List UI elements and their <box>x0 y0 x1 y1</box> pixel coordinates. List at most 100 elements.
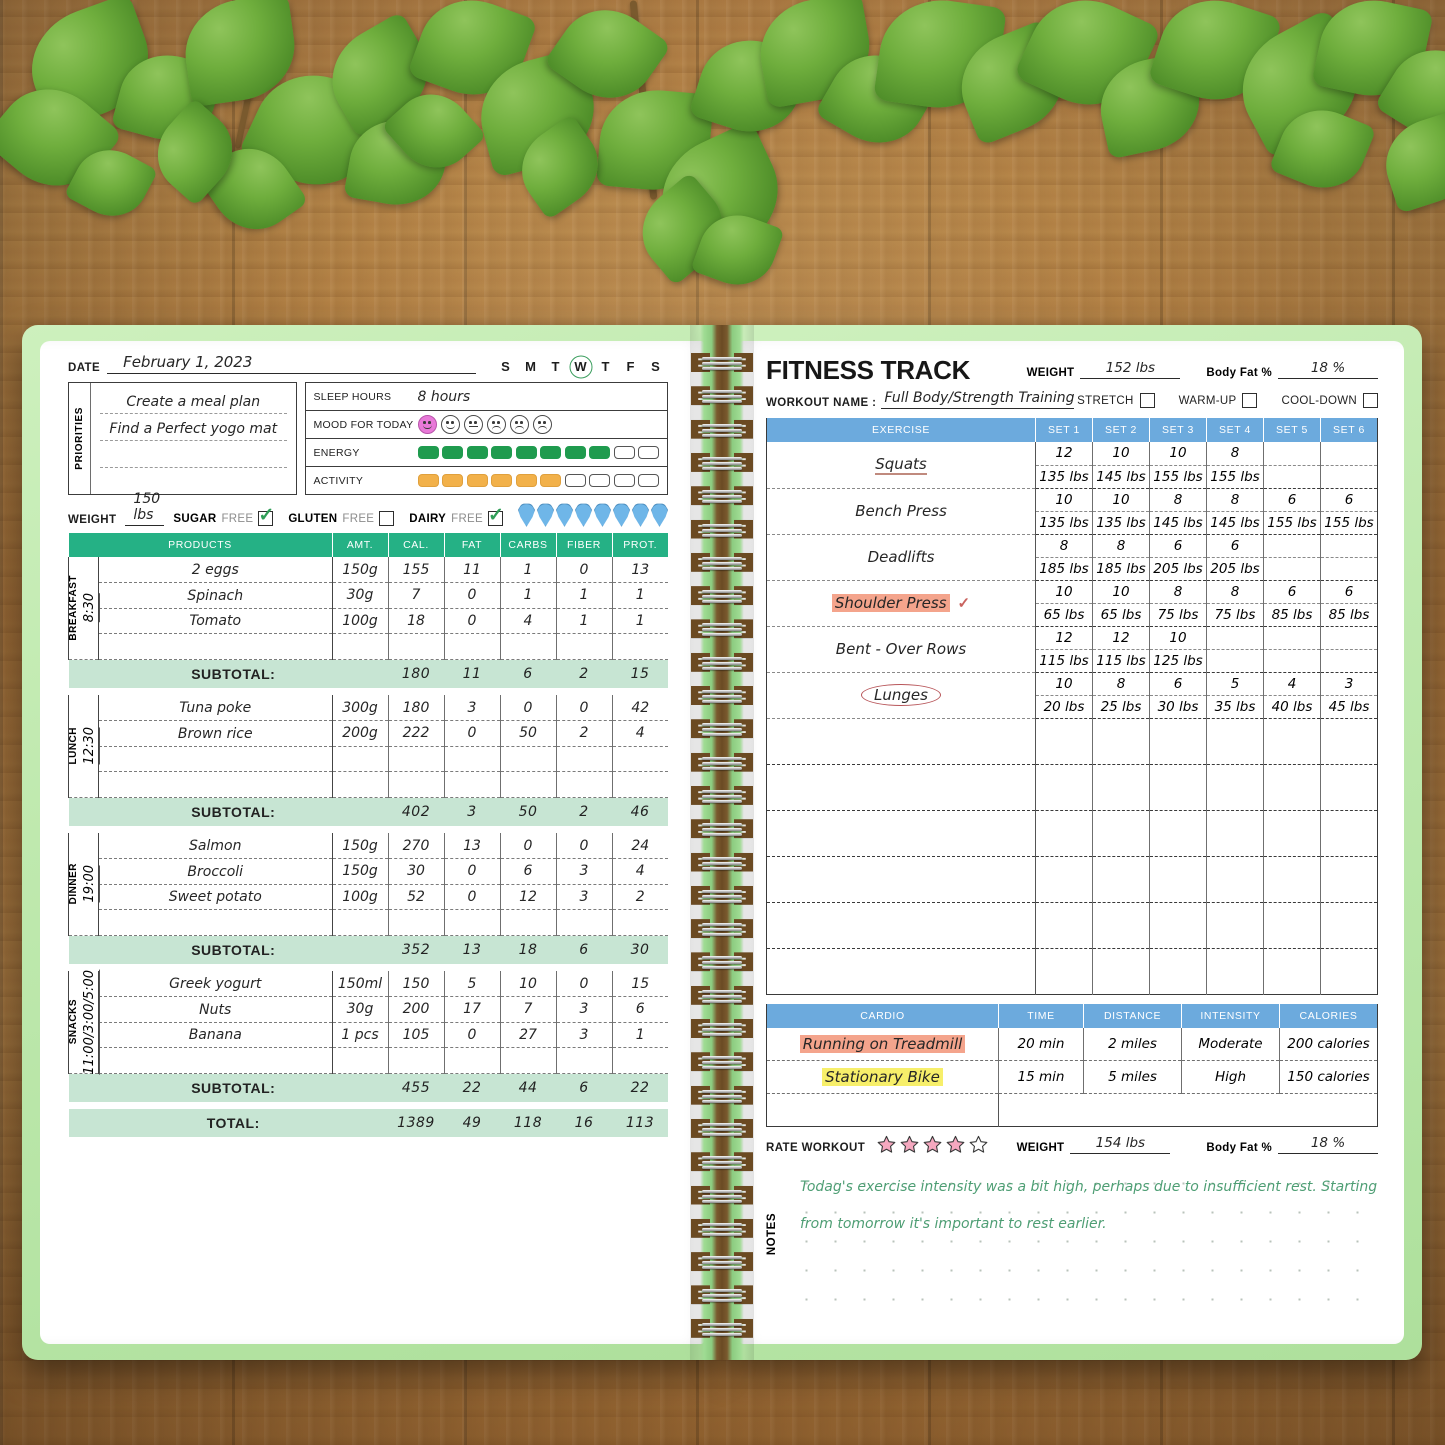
cell-cal[interactable]: 180 <box>388 695 445 721</box>
cardio-cell[interactable] <box>999 1094 1084 1127</box>
weight-cell[interactable]: 185 lbs <box>1035 557 1093 581</box>
weight-cell[interactable]: 155 lbs <box>1263 511 1321 535</box>
cardio-distance[interactable]: 5 miles <box>1083 1060 1182 1094</box>
product-cell[interactable] <box>98 909 333 936</box>
reps-cell[interactable] <box>1320 626 1378 650</box>
cell-prot[interactable]: 6 <box>612 996 668 1023</box>
set-cell[interactable] <box>1149 856 1207 903</box>
product-cell[interactable]: Spinach <box>98 582 333 609</box>
cell-fat[interactable]: 17 <box>444 996 501 1023</box>
product-cell[interactable]: Nuts <box>98 996 333 1023</box>
set-cell[interactable] <box>1035 764 1093 811</box>
cell-fat[interactable] <box>444 771 501 798</box>
exercise-name-cell[interactable] <box>766 856 1036 903</box>
cell-fiber[interactable]: 1 <box>556 608 613 634</box>
rating-star-1[interactable] <box>877 1135 896 1154</box>
cell-carbs[interactable]: 0 <box>500 695 557 721</box>
reps-cell[interactable]: 6 <box>1149 672 1207 696</box>
energy-row[interactable]: ENERGY <box>305 439 667 467</box>
mood-face-5[interactable] <box>532 415 552 434</box>
reps-cell[interactable]: 8 <box>1149 580 1207 604</box>
cell-cal[interactable]: 7 <box>388 582 445 609</box>
reps-cell[interactable]: 6 <box>1320 488 1378 512</box>
set-cell[interactable] <box>1320 948 1378 994</box>
priority-line[interactable] <box>100 441 287 468</box>
set-cell[interactable] <box>1206 856 1264 903</box>
cardio-cell[interactable] <box>1280 1094 1378 1127</box>
set-cell[interactable] <box>1320 856 1378 903</box>
mood-row[interactable]: MOOD FOR TODAY <box>305 411 667 439</box>
cell-prot[interactable]: 2 <box>612 884 668 910</box>
weight-cell[interactable]: 205 lbs <box>1149 557 1207 581</box>
set-cell[interactable] <box>1092 902 1150 949</box>
checkbox[interactable] <box>379 511 395 526</box>
weight-cell[interactable] <box>1263 649 1321 673</box>
weight-cell[interactable]: 205 lbs <box>1206 557 1264 581</box>
post-bodyfat-input[interactable]: 18 % <box>1278 1135 1378 1154</box>
phase-stretch[interactable]: STRETCH <box>1077 393 1155 408</box>
cell-amt[interactable]: 300g <box>332 695 389 721</box>
cell-amt[interactable]: 200g <box>332 720 389 747</box>
cell-carbs[interactable] <box>500 1047 557 1074</box>
reps-cell[interactable]: 10 <box>1092 580 1150 604</box>
set-cell[interactable] <box>1149 948 1207 994</box>
cell-carbs[interactable]: 27 <box>500 1022 557 1048</box>
weight-cell[interactable]: 85 lbs <box>1263 603 1321 627</box>
cardio-name-cell[interactable] <box>766 1093 999 1127</box>
cardio-name-cell[interactable]: Stationary Bike <box>766 1060 999 1094</box>
energy-bar-8[interactable] <box>613 446 635 459</box>
set-cell[interactable] <box>1263 764 1321 811</box>
cell-fiber[interactable]: 0 <box>556 557 613 583</box>
cell-cal[interactable] <box>388 746 445 772</box>
cell-carbs[interactable]: 7 <box>500 996 557 1023</box>
cardio-intensity[interactable]: High <box>1181 1060 1280 1094</box>
cell-fat[interactable]: 11 <box>444 557 501 583</box>
set-cell[interactable] <box>1206 948 1264 994</box>
post-bodyfat-field[interactable]: Body Fat % 18 % <box>1206 1135 1378 1154</box>
phase-cooldown[interactable]: COOL-DOWN <box>1281 393 1378 408</box>
energy-bar-6[interactable] <box>564 446 586 459</box>
cell-fiber[interactable]: 3 <box>556 858 613 885</box>
weight-cell[interactable]: 45 lbs <box>1320 695 1378 719</box>
cell-cal[interactable] <box>388 1047 445 1074</box>
cell-fat[interactable]: 0 <box>444 582 501 609</box>
set-cell[interactable] <box>1149 718 1207 765</box>
energy-bar-0[interactable] <box>417 446 439 459</box>
free-option-sugar[interactable]: SUGAR FREE <box>173 504 274 527</box>
weight-cell[interactable]: 20 lbs <box>1035 695 1093 719</box>
activity-meter[interactable] <box>417 474 659 487</box>
product-cell[interactable]: Tuna poke <box>98 695 333 721</box>
set-cell[interactable] <box>1035 902 1093 949</box>
reps-cell[interactable]: 3 <box>1320 672 1378 696</box>
phase-warmup[interactable]: WARM-UP <box>1179 393 1258 408</box>
reps-cell[interactable] <box>1263 626 1321 650</box>
reps-cell[interactable]: 10 <box>1035 580 1093 604</box>
mood-face-1[interactable] <box>440 415 460 434</box>
cell-cal[interactable]: 105 <box>388 1022 445 1048</box>
set-cell[interactable] <box>1092 856 1150 903</box>
cell-prot[interactable] <box>612 909 668 936</box>
product-cell[interactable]: Salmon <box>98 833 333 859</box>
cell-amt[interactable]: 30g <box>332 582 389 609</box>
workout-name-input[interactable]: Full Body/Strength Training <box>881 390 1075 409</box>
exercise-empty-row[interactable] <box>766 856 1378 903</box>
reps-cell[interactable] <box>1320 442 1378 466</box>
set-cell[interactable] <box>1035 718 1093 765</box>
cell-fiber[interactable]: 0 <box>556 695 613 721</box>
water-drop-6[interactable] <box>632 504 649 526</box>
water-drop-4[interactable] <box>594 504 611 526</box>
cell-carbs[interactable]: 6 <box>500 858 557 885</box>
reps-cell[interactable] <box>1320 534 1378 558</box>
water-drop-2[interactable] <box>556 504 573 526</box>
activity-bar-5[interactable] <box>540 474 561 487</box>
reps-cell[interactable]: 4 <box>1263 672 1321 696</box>
set-cell[interactable] <box>1320 718 1378 765</box>
exercise-name-cell[interactable] <box>766 718 1036 765</box>
water-intake-tracker[interactable] <box>518 504 668 526</box>
set-cell[interactable] <box>1263 810 1321 857</box>
rating-star-3[interactable] <box>923 1135 942 1154</box>
set-cell[interactable] <box>1206 718 1264 765</box>
cell-carbs[interactable] <box>500 909 557 936</box>
cardio-cell[interactable] <box>1084 1094 1182 1127</box>
weight-cell[interactable]: 145 lbs <box>1092 465 1150 489</box>
